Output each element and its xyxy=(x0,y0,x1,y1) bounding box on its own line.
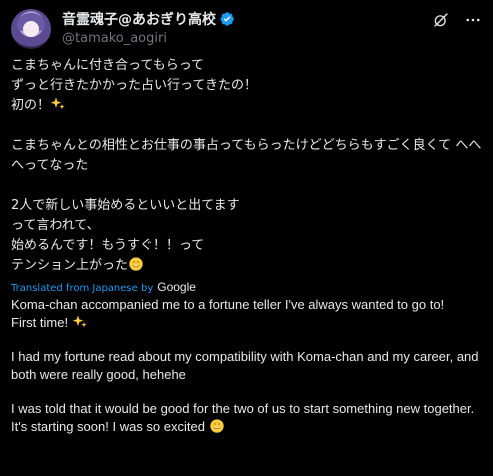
author-names: 音霊魂子@あおぎり高校 @tamako_aogiri xyxy=(62,9,235,49)
original-paragraph-2: こまちゃんとの相性とお仕事の事占ってもらったけどどちらもすごく良くて へへへって… xyxy=(11,136,482,176)
original-paragraph-3: 2人で新しい事始めるといいと出てます って言われて、 始めるんです！もうすぐ！！… xyxy=(11,196,482,276)
original-paragraph-1: こまちゃんに付き合ってもらって ずっと行きたかかった占い行ってきたの！ 初の！ xyxy=(11,56,482,116)
grinning-face-emoji-icon xyxy=(209,418,225,434)
translated-line: It's starting soon! I was so excited xyxy=(11,419,205,434)
original-line: ずっと行きたかかった占い行ってきたの！ xyxy=(11,78,257,93)
author-avatar[interactable] xyxy=(11,9,51,49)
avatar-face xyxy=(23,21,39,37)
original-line: 始めるんです！もうすぐ！！って xyxy=(11,238,205,253)
translated-line: First time! xyxy=(11,315,69,330)
original-line: テンション上がった xyxy=(11,258,129,273)
sparkles-emoji-icon xyxy=(72,314,88,330)
translation-label: Translated from Japanese by xyxy=(11,283,154,294)
translation-attribution[interactable]: Translated from Japanese by Google xyxy=(11,280,482,296)
translated-line: Koma-chan accompanied me to a fortune te… xyxy=(11,297,445,312)
sparkles-emoji-icon xyxy=(50,96,66,112)
verified-badge-icon[interactable] xyxy=(219,11,235,27)
header-actions xyxy=(432,11,482,29)
tweet-header: 音霊魂子@あおぎり高校 @tamako_aogiri xyxy=(11,9,482,49)
translated-line: I had my fortune read about my compatibi… xyxy=(11,349,483,382)
original-line: こまちゃんとの相性とお仕事の事占ってもらったけどどちらもすごく良くて へへへって… xyxy=(11,138,482,173)
tweet-body: こまちゃんに付き合ってもらって ずっと行きたかかった占い行ってきたの！ 初の！ … xyxy=(11,56,482,436)
display-name-row: 音霊魂子@あおぎり高校 xyxy=(62,9,235,29)
more-icon[interactable] xyxy=(464,11,482,29)
translated-paragraph-2: I had my fortune read about my compatibi… xyxy=(11,348,482,384)
translated-paragraph-1: Koma-chan accompanied me to a fortune te… xyxy=(11,296,482,332)
author-handle[interactable]: @tamako_aogiri xyxy=(62,29,235,49)
translated-line: I was told that it would be good for the… xyxy=(11,401,475,416)
original-line: 初の！ xyxy=(11,98,51,113)
original-line: って言われて、 xyxy=(11,218,100,233)
tweet-card: 音霊魂子@あおぎり高校 @tamako_aogiri こまちゃんに付き合ってもら… xyxy=(0,0,493,476)
google-logo: Google xyxy=(157,280,196,294)
translated-paragraph-3: I was told that it would be good for the… xyxy=(11,400,482,436)
original-line: 2人で新しい事始めるといいと出てます xyxy=(11,198,240,213)
author-display-name[interactable]: 音霊魂子@あおぎり高校 xyxy=(62,9,216,29)
original-line: こまちゃんに付き合ってもらって xyxy=(11,58,205,73)
grok-icon[interactable] xyxy=(432,11,450,29)
grinning-face-emoji-icon xyxy=(128,256,144,272)
